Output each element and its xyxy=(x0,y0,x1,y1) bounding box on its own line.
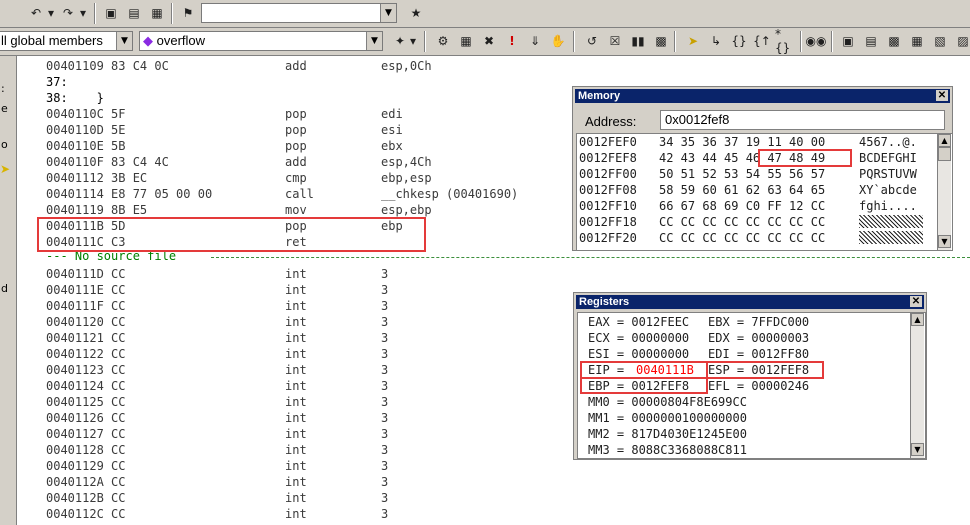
workspace-fragment: e xyxy=(1,102,8,115)
memory-window[interactable]: Memory ✕ Address: 0x0012fef8 0012FEF0 34 … xyxy=(572,86,953,251)
redo-dropdown-icon[interactable]: ▾ xyxy=(78,3,88,23)
highlight-box xyxy=(580,377,708,394)
stop-build-icon[interactable]: ✖ xyxy=(479,31,499,51)
registers-title-bar: Registers ✕ xyxy=(576,295,924,309)
show-next-statement-icon[interactable]: ➤ xyxy=(683,31,703,51)
variables-window-icon[interactable]: ▤ xyxy=(861,31,881,51)
compile-icon[interactable]: ⚙ xyxy=(433,31,453,51)
chevron-down-icon[interactable]: ▼ xyxy=(380,4,396,22)
scroll-down-icon[interactable]: ▼ xyxy=(911,443,924,456)
workspace-icon[interactable]: ▦ xyxy=(147,3,167,23)
scroll-up-icon[interactable]: ▲ xyxy=(938,134,951,147)
memory-window-icon[interactable]: ▦ xyxy=(907,31,927,51)
member-symbol-icon: ◆ xyxy=(143,33,153,48)
find-in-files-icon[interactable]: ⚑ xyxy=(178,3,198,23)
redo-icon[interactable]: ↷ xyxy=(58,3,78,23)
chevron-down-icon[interactable]: ▼ xyxy=(116,32,132,50)
toolbar-separator xyxy=(674,31,676,52)
member-combo-value: overflow xyxy=(156,33,206,48)
address-input[interactable]: 0x0012fef8 xyxy=(660,110,945,130)
registers-title: Registers xyxy=(579,296,630,308)
go-icon[interactable]: ⇓ xyxy=(525,31,545,51)
execute-icon[interactable]: ! xyxy=(502,31,522,51)
step-into-icon[interactable]: ↳ xyxy=(706,31,726,51)
wizard-action-icon[interactable]: ✦ xyxy=(390,31,410,51)
break-execution-icon[interactable]: ▮▮ xyxy=(628,31,648,51)
registers-window-icon[interactable]: ▩ xyxy=(884,31,904,51)
member-combo[interactable]: ◆ overflow ▼ xyxy=(139,31,383,51)
current-instruction-arrow-icon: ➤ xyxy=(0,162,11,176)
search-icon[interactable]: ★ xyxy=(406,3,426,23)
step-over-icon[interactable]: {} xyxy=(729,31,749,51)
memory-scrollbar[interactable]: ▲ ▼ xyxy=(937,134,951,250)
breakpoint-hand-icon[interactable]: ✋ xyxy=(548,31,568,51)
workspace-fragment: d xyxy=(1,282,8,295)
run-to-cursor-icon[interactable]: *{} xyxy=(775,27,795,55)
highlight-box xyxy=(758,149,852,167)
restart-icon[interactable]: ↺ xyxy=(582,31,602,51)
call-stack-window-icon[interactable]: ▧ xyxy=(930,31,950,51)
scroll-down-icon[interactable]: ▼ xyxy=(938,235,951,248)
undo-dropdown-icon[interactable]: ▾ xyxy=(46,3,56,23)
class-combo-value: ll global members xyxy=(1,33,103,48)
close-icon[interactable]: ✕ xyxy=(936,90,948,101)
toolbar-standard: ↶ ▾ ↷ ▾ ▣ ▤ ▦ ⚑ ▼ ★ xyxy=(0,0,970,28)
wizard-dropdown-icon[interactable]: ▾ xyxy=(408,31,418,51)
chevron-down-icon[interactable]: ▼ xyxy=(366,32,382,50)
find-combo[interactable]: ▼ xyxy=(201,3,397,23)
toolbar-separator xyxy=(800,31,802,52)
build-icon[interactable]: ▦ xyxy=(456,31,476,51)
memory-title-bar: Memory ✕ xyxy=(575,89,950,103)
disassembly-window-icon[interactable]: ▨ xyxy=(953,31,970,51)
step-out-icon[interactable]: {↑ xyxy=(752,31,772,51)
address-label: Address: xyxy=(585,114,637,129)
scroll-up-icon[interactable]: ▲ xyxy=(911,313,924,326)
output-icon[interactable]: ▤ xyxy=(124,3,144,23)
scroll-thumb[interactable] xyxy=(938,147,951,161)
memory-dump[interactable]: 0012FEF0 34 35 36 37 19 11 40 00 4567..@. … xyxy=(576,133,953,251)
unprintable-bytes-pattern xyxy=(859,215,923,228)
workspace-fragment: : xyxy=(1,82,5,95)
highlight-box xyxy=(706,361,824,379)
registers-list[interactable]: EAX = 0012FEEC EBX = 7FFDC000 ECX = 00000… xyxy=(577,312,926,459)
toolbar-separator xyxy=(831,31,833,52)
class-combo[interactable]: ll global members ▼ xyxy=(0,31,133,51)
stop-debugging-icon[interactable]: ☒ xyxy=(605,31,625,51)
window-icon[interactable]: ▣ xyxy=(101,3,121,23)
apply-code-changes-icon[interactable]: ▩ xyxy=(651,31,671,51)
workspace-fragment: o xyxy=(1,138,8,151)
toolbar-wizardbar: ll global members ▼ ◆ overflow ▼ ✦ ▾ ⚙ ▦… xyxy=(0,27,970,56)
registers-scrollbar[interactable]: ▲ ▼ xyxy=(910,313,924,458)
toolbar-separator xyxy=(424,31,426,52)
toolbar-separator xyxy=(94,3,96,24)
workspace-pane-edge: : e o d xyxy=(0,56,17,525)
toolbar-separator xyxy=(171,3,173,24)
undo-icon[interactable]: ↶ xyxy=(26,3,46,23)
close-icon[interactable]: ✕ xyxy=(910,296,922,307)
highlight-box xyxy=(37,217,426,252)
registers-window[interactable]: Registers ✕ EAX = 0012FEEC EBX = 7FFDC000… xyxy=(573,292,927,460)
quickwatch-icon[interactable]: ◉◉ xyxy=(806,31,827,51)
watch-window-icon[interactable]: ▣ xyxy=(838,31,858,51)
separator-line xyxy=(211,257,970,258)
memory-title: Memory xyxy=(578,90,621,102)
unprintable-bytes-pattern xyxy=(859,231,923,244)
toolbar-separator xyxy=(573,31,575,52)
